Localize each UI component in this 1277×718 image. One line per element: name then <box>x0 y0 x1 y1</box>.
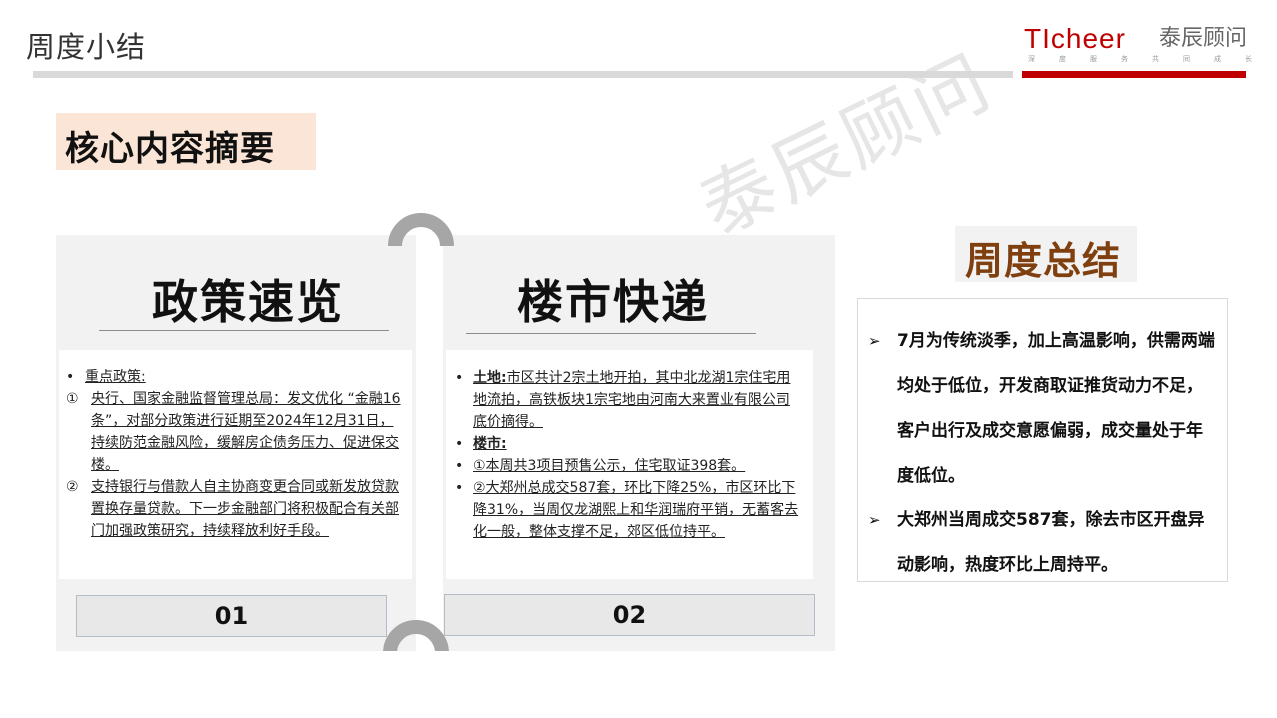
policy-heading: 重点政策: <box>85 369 146 385</box>
market-item: ②大郑州总成交587套，环比下降25%，市区环比下降31%，当周仅龙湖熙上和华润… <box>473 480 799 540</box>
market-item: ①本周共3项目预售公示，住宅取证398套。 <box>473 458 746 474</box>
bullet: • <box>455 436 464 452</box>
logo-chinese: 泰辰顾问 <box>1159 26 1248 51</box>
policy-item: 支持银行与借款人自主协商变更合同或新发放贷款置换存量贷款。下一步金融部门将积极配… <box>91 479 399 539</box>
ring-decoration-top <box>388 213 458 246</box>
page-title: 周度小结 <box>26 30 147 64</box>
logo-text-a: TI <box>1024 23 1051 54</box>
watermark: 泰辰顾问 <box>687 38 1006 253</box>
item-mark: ① <box>66 391 79 407</box>
item-mark: ② <box>66 479 79 495</box>
market-number: 02 <box>444 594 815 636</box>
land-text: 市区共计2宗土地开拍，其中北龙湖1宗住宅用地流拍，高铁板块1宗宅地由河南大来置业… <box>473 370 791 430</box>
policy-textbox: • 重点政策: ① 央行、国家金融监督管理总局：发文优化 “金融16条”，对部分… <box>59 350 412 579</box>
title-divider <box>33 71 1013 78</box>
summary-item: ➢ 大郑州当周成交587套，除去市区开盘异动影响，热度环比上周持平。 <box>858 498 1218 588</box>
market-textbox: • 土地:市区共计2宗土地开拍，其中北龙湖1宗住宅用地流拍，高铁板块1宗宅地由河… <box>446 350 813 579</box>
policy-item: 央行、国家金融监督管理总局：发文优化 “金融16条”，对部分政策进行延期至202… <box>91 391 401 473</box>
land-label: 土地: <box>473 370 507 386</box>
arrow-bullet-icon: ➢ <box>868 511 881 529</box>
company-logo: TIcheer 泰辰顾问 深度服务共同成长 <box>1024 24 1256 68</box>
market-label: 楼市: <box>473 436 507 452</box>
summary-label: 周度总结 <box>955 226 1137 283</box>
core-summary-label: 核心内容摘要 <box>56 113 316 170</box>
policy-title: 政策速览 <box>152 275 344 329</box>
core-summary-text: 核心内容摘要 <box>65 129 275 169</box>
logo-slogan: 深度服务共同成长 <box>1028 55 1252 63</box>
ring-decoration-bottom <box>383 620 453 651</box>
policy-number: 01 <box>76 595 387 637</box>
bullet: • <box>455 458 464 474</box>
logo-text-b: cheer <box>1050 23 1126 54</box>
bullet: • <box>455 370 464 386</box>
arrow-bullet-icon: ➢ <box>868 332 881 350</box>
summary-label-text: 周度总结 <box>965 239 1122 283</box>
policy-title-underline <box>99 330 389 331</box>
summary-item: ➢ 7月为传统淡季，加上高温影响，供需两端均处于低位，开发商取证推货动力不足，客… <box>858 319 1218 499</box>
accent-divider <box>1022 71 1246 78</box>
summary-box: ➢ 7月为传统淡季，加上高温影响，供需两端均处于低位，开发商取证推货动力不足，客… <box>857 298 1228 582</box>
bullet: • <box>455 480 464 496</box>
market-title: 楼市快递 <box>517 275 709 329</box>
market-title-underline <box>466 333 756 334</box>
bullet: • <box>66 369 75 385</box>
